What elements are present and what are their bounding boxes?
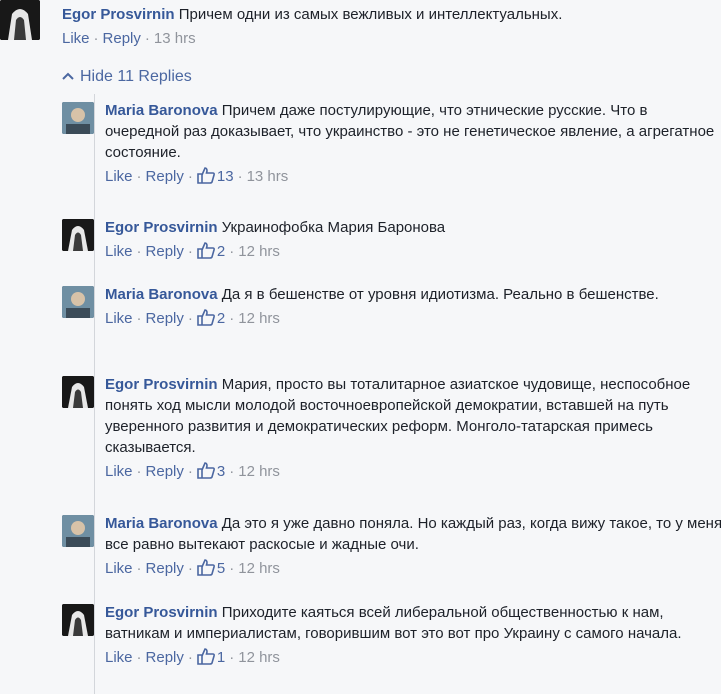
reply-link[interactable]: Reply xyxy=(146,168,184,185)
comment-author[interactable]: Egor Prosvirnin xyxy=(62,6,175,23)
like-count-value: 1 xyxy=(216,649,226,666)
avatar[interactable] xyxy=(62,376,94,408)
like-link[interactable]: Like xyxy=(105,243,133,260)
thumbs-up-icon xyxy=(197,242,215,266)
profile-photo-icon xyxy=(62,286,94,318)
comment-actions: Like · Reply · 13 · 13 hrs xyxy=(105,166,721,188)
thumbs-up-icon xyxy=(197,648,215,672)
avatar[interactable] xyxy=(62,515,94,547)
comment-actions: Like · Reply · 2 · 12 hrs xyxy=(105,308,721,330)
like-link[interactable]: Like xyxy=(105,168,133,185)
like-count-value: 5 xyxy=(216,560,226,577)
thumbs-up-icon xyxy=(197,309,215,333)
comment-actions: Like · Reply · 13 hrs xyxy=(62,30,196,47)
like-link[interactable]: Like xyxy=(105,310,133,327)
reply-link[interactable]: Reply xyxy=(103,30,141,47)
thumbs-up-icon xyxy=(197,559,215,583)
profile-photo-icon xyxy=(62,102,94,134)
hide-replies-toggle[interactable]: Hide 11 Replies xyxy=(62,68,192,86)
comment-actions: Like · Reply · 2 · 12 hrs xyxy=(105,241,721,263)
comment-text: Украинофобка Мария Баронова xyxy=(221,219,446,236)
thread-line xyxy=(94,94,95,694)
like-count[interactable]: 1 xyxy=(197,648,226,666)
comment-author[interactable]: Maria Baronova xyxy=(105,102,218,119)
avatar[interactable] xyxy=(62,219,94,251)
like-count-value: 2 xyxy=(216,310,226,327)
avatar[interactable] xyxy=(0,0,40,40)
comment-text: Да я в бешенстве от уровня идиотизма. Ре… xyxy=(221,286,659,303)
profile-photo-icon xyxy=(0,0,40,40)
hide-replies-label: Hide 11 Replies xyxy=(80,68,192,85)
like-count[interactable]: 2 xyxy=(197,242,226,260)
reply-link[interactable]: Reply xyxy=(146,560,184,577)
thumbs-up-icon xyxy=(197,167,215,191)
avatar[interactable] xyxy=(62,102,94,134)
profile-photo-icon xyxy=(62,515,94,547)
reply-link[interactable]: Reply xyxy=(146,310,184,327)
thumbs-up-icon xyxy=(197,462,215,486)
comment-actions: Like · Reply · 1 · 12 hrs xyxy=(105,647,721,669)
timestamp[interactable]: 13 hrs xyxy=(247,168,289,185)
reply-link[interactable]: Reply xyxy=(146,649,184,666)
avatar[interactable] xyxy=(62,604,94,636)
comment-text: Причем одни из самых вежливых и интеллек… xyxy=(178,6,563,23)
profile-photo-icon xyxy=(62,219,94,251)
comment-author[interactable]: Egor Prosvirnin xyxy=(105,219,218,236)
like-count[interactable]: 3 xyxy=(197,462,226,480)
timestamp[interactable]: 12 hrs xyxy=(238,310,280,327)
like-count[interactable]: 5 xyxy=(197,559,226,577)
reply-link[interactable]: Reply xyxy=(146,463,184,480)
like-link[interactable]: Like xyxy=(105,463,133,480)
chevron-up-icon xyxy=(62,68,74,86)
timestamp[interactable]: 12 hrs xyxy=(238,649,280,666)
avatar[interactable] xyxy=(62,286,94,318)
like-link[interactable]: Like xyxy=(105,560,133,577)
like-count-value: 2 xyxy=(216,243,226,260)
comment-author[interactable]: Maria Baronova xyxy=(105,286,218,303)
timestamp[interactable]: 12 hrs xyxy=(238,463,280,480)
like-count-value: 3 xyxy=(216,463,226,480)
comment-author[interactable]: Egor Prosvirnin xyxy=(105,604,218,621)
like-link[interactable]: Like xyxy=(62,30,90,47)
comment-actions: Like · Reply · 5 · 12 hrs xyxy=(105,558,721,580)
like-link[interactable]: Like xyxy=(105,649,133,666)
timestamp[interactable]: 12 hrs xyxy=(238,243,280,260)
timestamp[interactable]: 13 hrs xyxy=(154,30,196,47)
comment-actions: Like · Reply · 3 · 12 hrs xyxy=(105,461,721,483)
profile-photo-icon xyxy=(62,604,94,636)
reply-link[interactable]: Reply xyxy=(146,243,184,260)
like-count[interactable]: 2 xyxy=(197,309,226,327)
profile-photo-icon xyxy=(62,376,94,408)
comment-author[interactable]: Egor Prosvirnin xyxy=(105,376,218,393)
timestamp[interactable]: 12 hrs xyxy=(238,560,280,577)
like-count[interactable]: 13 xyxy=(197,167,234,185)
comment-author[interactable]: Maria Baronova xyxy=(105,515,218,532)
like-count-value: 13 xyxy=(216,168,234,185)
